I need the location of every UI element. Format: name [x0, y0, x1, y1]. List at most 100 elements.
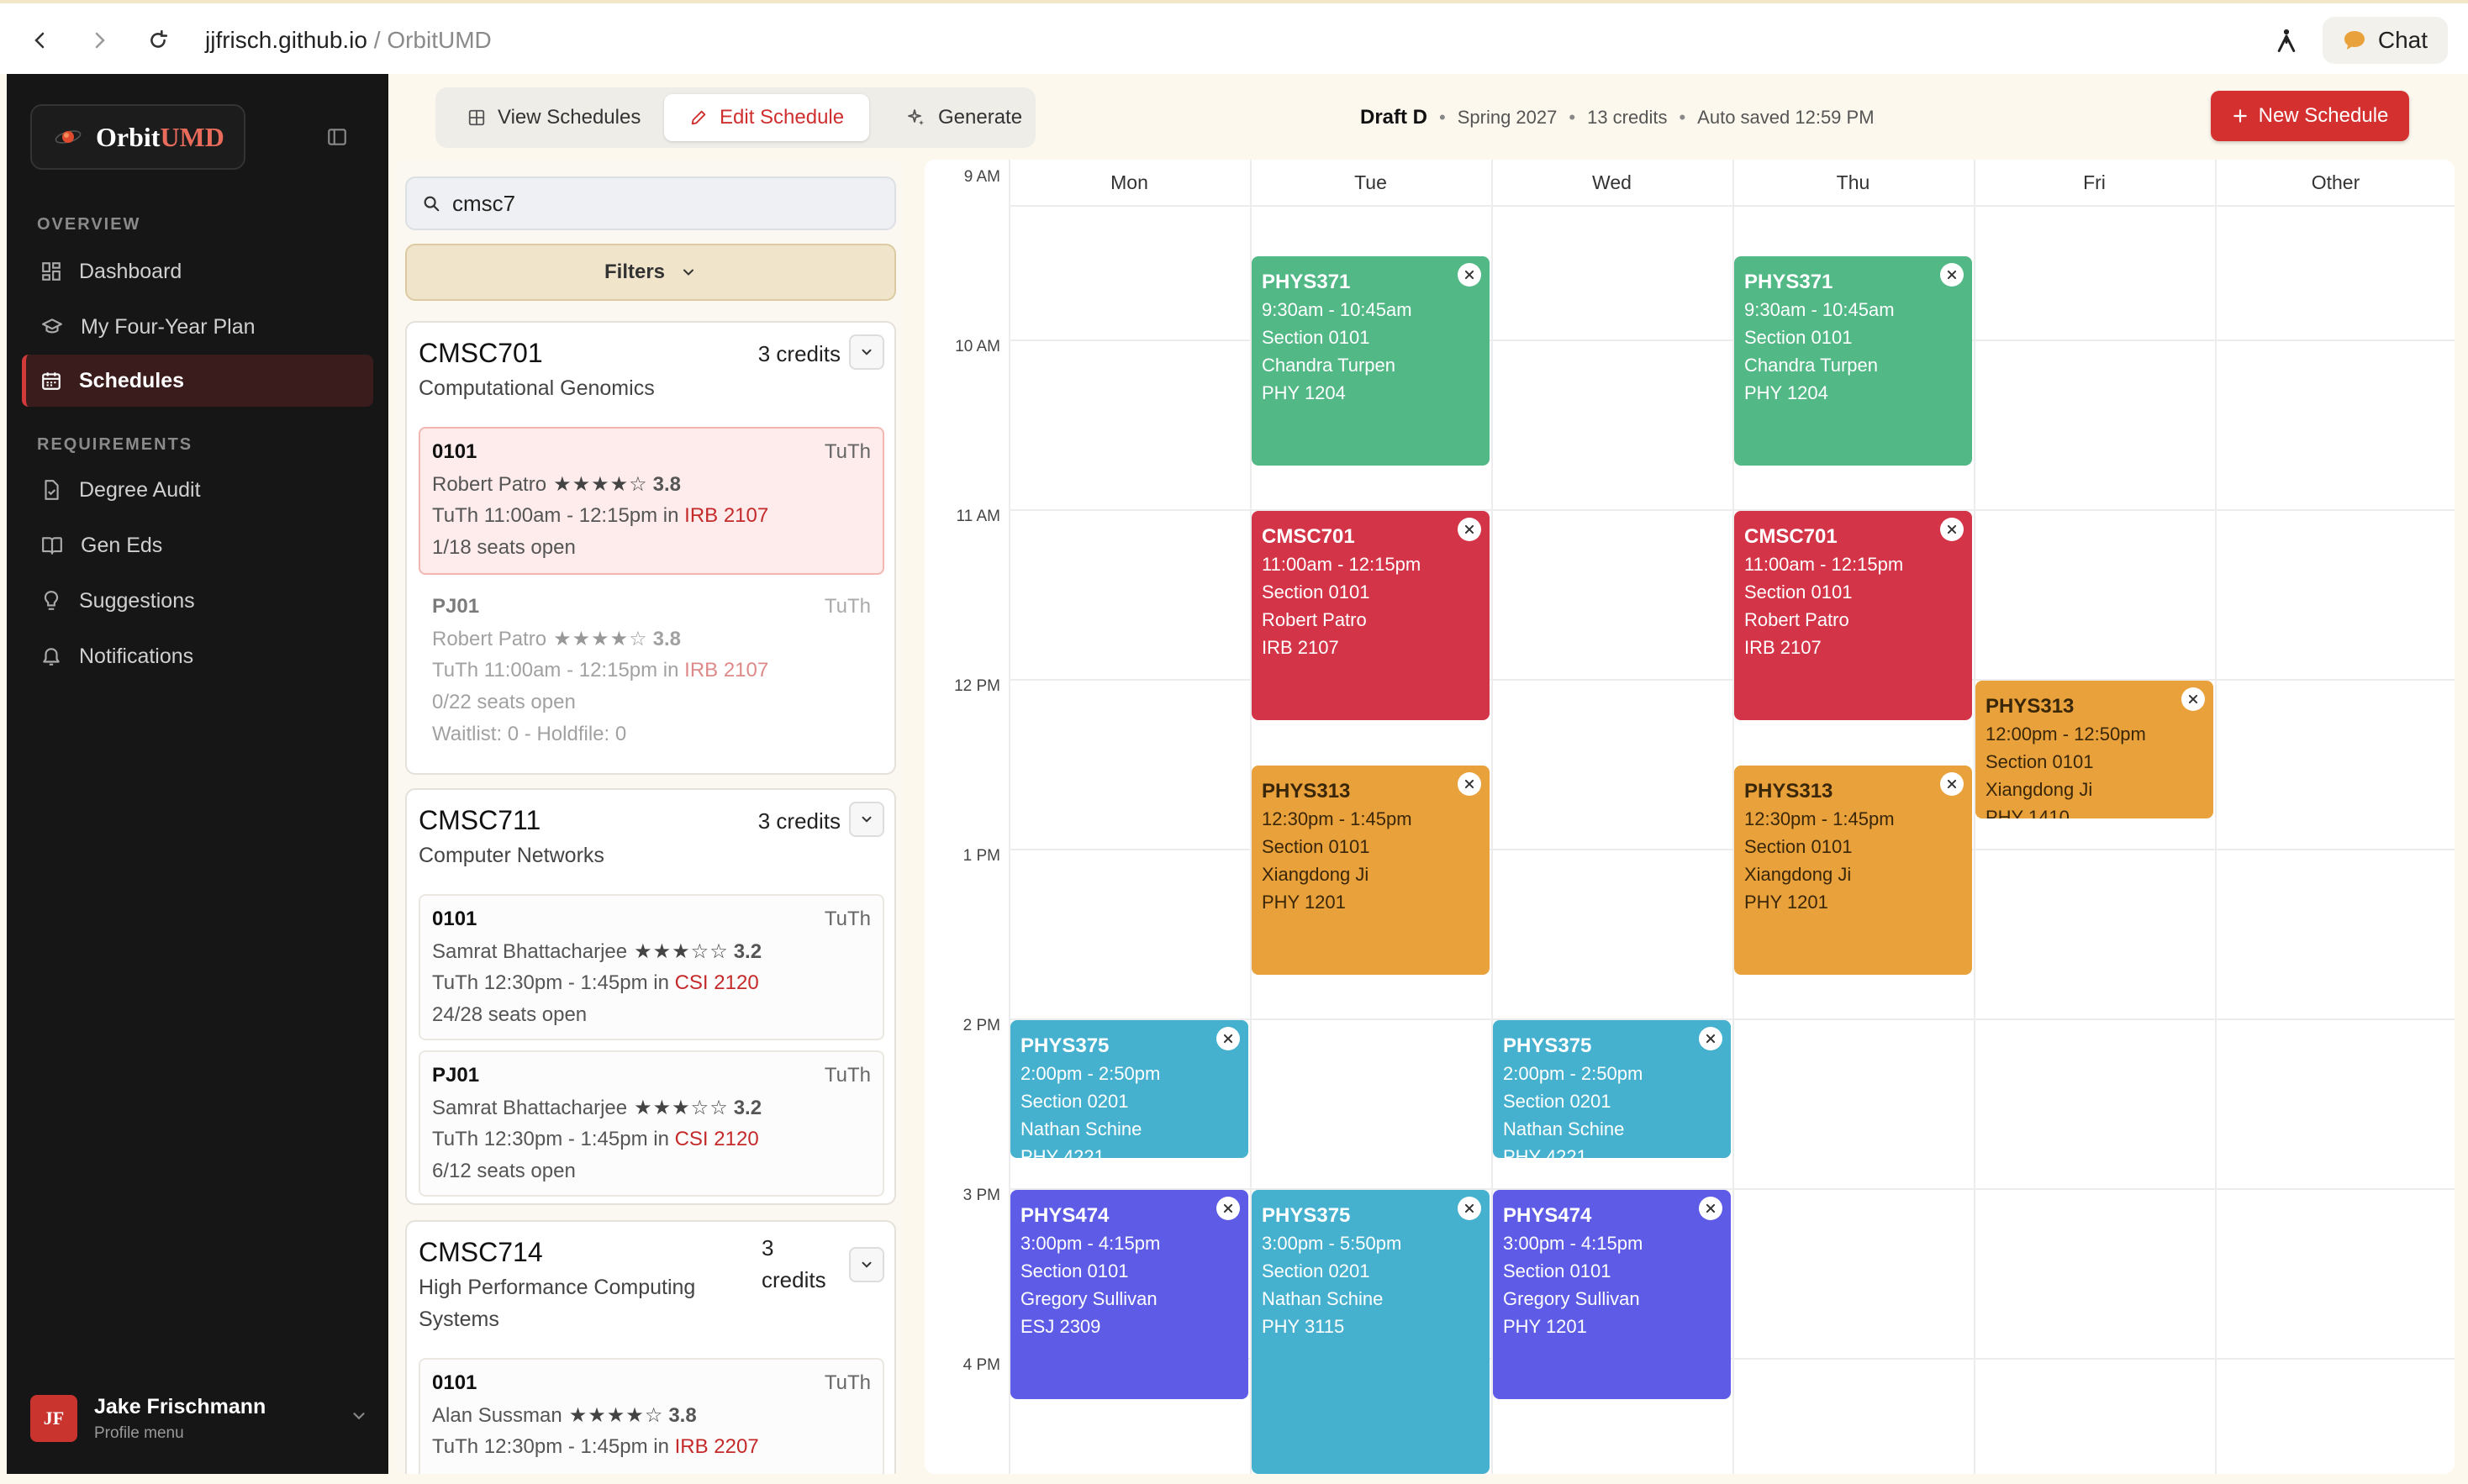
filters-button[interactable]: Filters [405, 244, 896, 301]
event-instructor: Robert Patro [1262, 609, 1367, 630]
reload-button[interactable] [140, 22, 177, 59]
new-schedule-button[interactable]: New Schedule [2211, 91, 2409, 141]
remove-event-button[interactable] [2181, 687, 2205, 711]
draft-name[interactable]: Draft D [1360, 106, 1427, 129]
search-input[interactable]: cmsc7 [405, 176, 896, 230]
course-title: Computational Genomics [419, 376, 655, 400]
calendar-event-phys371[interactable]: PHYS371 9:30am - 10:45am Section 0101 Chand… [1734, 256, 1972, 466]
calendar-event-cmsc701[interactable]: CMSC701 11:00am - 12:15pm Section 0101 Robe… [1734, 511, 1972, 720]
calendar-event-phys313[interactable]: PHYS313 12:30pm - 1:45pm Section 0101 Xiang… [1252, 766, 1490, 975]
back-button[interactable] [22, 22, 59, 59]
extension-icon[interactable] [2274, 28, 2299, 53]
chevron-right-icon [95, 32, 105, 49]
sidebar-item-degree-audit[interactable]: Degree Audit [22, 464, 373, 516]
remove-event-button[interactable] [1940, 772, 1964, 796]
event-room: PHY 1204 [1744, 382, 1828, 403]
event-course-code: PHYS375 [1503, 1034, 1592, 1057]
sidebar-item-dashboard[interactable]: Dashboard [22, 245, 373, 297]
event-room: PHY 1201 [1262, 892, 1346, 913]
close-icon [1223, 1034, 1233, 1044]
remove-event-button[interactable] [1940, 518, 1964, 541]
event-course-code: CMSC701 [1744, 525, 1838, 548]
section-number: PJ01 [432, 595, 480, 618]
event-room: PHY 1204 [1262, 382, 1346, 403]
event-time: 9:30am - 10:45am [1262, 299, 1412, 320]
course-card-cmsc701[interactable]: CMSC701 3 credits Computational Genomics… [405, 321, 896, 775]
draft-term: Spring 2027 [1457, 107, 1558, 128]
expand-course-button[interactable] [849, 802, 884, 837]
event-section: Section 0101 [1020, 1260, 1129, 1281]
section-card-0101[interactable]: 0101 TuTh Alan Sussman ★★★★☆ 3.8 TuTh 12:3… [419, 1358, 884, 1474]
remove-event-button[interactable] [1458, 518, 1481, 541]
collapse-sidebar-button[interactable] [316, 116, 358, 158]
calendar-event-phys375[interactable]: PHYS375 2:00pm - 2:50pm Section 0201 Nathan… [1010, 1020, 1248, 1159]
event-room: PHY 4221 [1020, 1146, 1105, 1159]
chevron-down-icon [862, 1261, 872, 1268]
brand-logo[interactable]: OrbitUMD [30, 104, 245, 170]
sidebar-item-label: Dashboard [79, 259, 182, 283]
forward-button[interactable] [81, 22, 118, 59]
url-path: OrbitUMD [387, 27, 492, 53]
calendar-event-phys371[interactable]: PHYS371 9:30am - 10:45am Section 0101 Chand… [1252, 256, 1490, 466]
section-card-0101[interactable]: 0101 TuTh Samrat Bhattacharjee ★★★☆☆ 3.2 T… [419, 894, 884, 1040]
remove-event-button[interactable] [1699, 1197, 1722, 1220]
calendar-event-phys474[interactable]: PHYS474 3:00pm - 4:15pm Section 0101 Gregor… [1010, 1190, 1248, 1399]
remove-event-button[interactable] [1458, 772, 1481, 796]
close-icon [1464, 1203, 1474, 1213]
remove-event-button[interactable] [1216, 1197, 1240, 1220]
calendar-event-phys313[interactable]: PHYS313 12:00pm - 12:50pm Section 0101 Xian… [1975, 681, 2213, 819]
remove-event-button[interactable] [1216, 1027, 1240, 1050]
bell-icon [43, 648, 60, 666]
event-time: 11:00am - 12:15pm [1262, 554, 1421, 575]
calendar-event-phys375[interactable]: PHYS375 3:00pm - 5:50pm Section 0201 Nathan… [1252, 1190, 1490, 1474]
close-icon [1947, 270, 1957, 280]
tab-edit-schedule[interactable]: Edit Schedule [664, 94, 870, 141]
time-label: 4 PM [962, 1356, 1000, 1374]
event-section: Section 0101 [1744, 581, 1853, 603]
sidebar-item-gen-eds[interactable]: Gen Eds [22, 519, 373, 571]
sidebar-item-schedules[interactable]: Schedules [22, 355, 373, 407]
calendar-event-cmsc701[interactable]: CMSC701 11:00am - 12:15pm Section 0101 Robe… [1252, 511, 1490, 720]
event-course-code: PHYS375 [1262, 1204, 1351, 1227]
remove-event-button[interactable] [1458, 263, 1481, 287]
sidebar-item-four-year-plan[interactable]: My Four-Year Plan [22, 301, 373, 353]
section-card-pj01[interactable]: PJ01 TuTh Robert Patro ★★★★☆ 3.8 TuTh 11:0… [419, 581, 884, 766]
expand-course-button[interactable] [849, 1247, 884, 1282]
remove-event-button[interactable] [1940, 263, 1964, 287]
close-icon [1706, 1034, 1716, 1044]
course-card-cmsc711[interactable]: CMSC711 3 credits Computer Networks 0101… [405, 788, 896, 1205]
calendar-event-phys313[interactable]: PHYS313 12:30pm - 1:45pm Section 0101 Xiang… [1734, 766, 1972, 975]
section-instructor: Alan Sussman ★★★★☆ 3.8 [432, 1404, 697, 1427]
day-header-fri: Fri [2083, 171, 2106, 193]
event-room: PHY 1410 [1985, 807, 2070, 819]
section-card-0101[interactable]: 0101 TuTh Robert Patro ★★★★☆ 3.8 TuTh 11:0… [419, 427, 884, 575]
event-instructor: Chandra Turpen [1262, 355, 1395, 376]
event-course-code: PHYS313 [1985, 695, 2075, 718]
course-card-cmsc714[interactable]: CMSC714 3 credits High Performance Compu… [405, 1220, 896, 1474]
sidebar-toggle-icon [328, 129, 346, 145]
time-label: 11 AM [956, 508, 1000, 525]
section-seats: 0/22 seats open [432, 691, 576, 713]
sidebar-item-notifications[interactable]: Notifications [22, 630, 373, 682]
remove-event-button[interactable] [1699, 1027, 1722, 1050]
sidebar-item-label: Schedules [79, 368, 185, 392]
url-host: jjfrisch.github.io [205, 27, 367, 53]
address-bar[interactable]: jjfrisch.github.io / OrbitUMD [205, 27, 492, 54]
weekly-calendar: 9 AM 10 AM 11 AM 12 PM 1 PM 2 PM 3 PM 4 PM Mon Tu… [925, 160, 2455, 1474]
calendar-event-phys474[interactable]: PHYS474 3:00pm - 4:15pm Section 0101 Gregor… [1493, 1190, 1731, 1399]
section-time: TuTh 11:00am - 12:15pm in IRB 2107 [432, 659, 769, 681]
tab-generate[interactable]: Generate [881, 94, 1047, 141]
tab-view-schedules[interactable]: View Schedules [442, 94, 666, 141]
time-label: 2 PM [962, 1017, 1000, 1034]
section-requirements: REQUIREMENTS [37, 435, 193, 454]
remove-event-button[interactable] [1458, 1197, 1481, 1220]
expand-course-button[interactable] [849, 334, 884, 370]
event-instructor: Gregory Sullivan [1503, 1288, 1640, 1309]
section-card-pj01[interactable]: PJ01 TuTh Samrat Bhattacharjee ★★★☆☆ 3.2 T… [419, 1050, 884, 1197]
chat-button[interactable]: Chat [2322, 17, 2448, 64]
calendar-event-phys375[interactable]: PHYS375 2:00pm - 2:50pm Section 0201 Nathan… [1493, 1020, 1731, 1159]
event-course-code: PHYS371 [1744, 271, 1833, 293]
profile-menu[interactable]: JF Jake Frischmann Profile menu [30, 1385, 375, 1452]
course-credits-number: 3 [762, 1235, 774, 1260]
sidebar-item-suggestions[interactable]: Suggestions [22, 575, 373, 627]
